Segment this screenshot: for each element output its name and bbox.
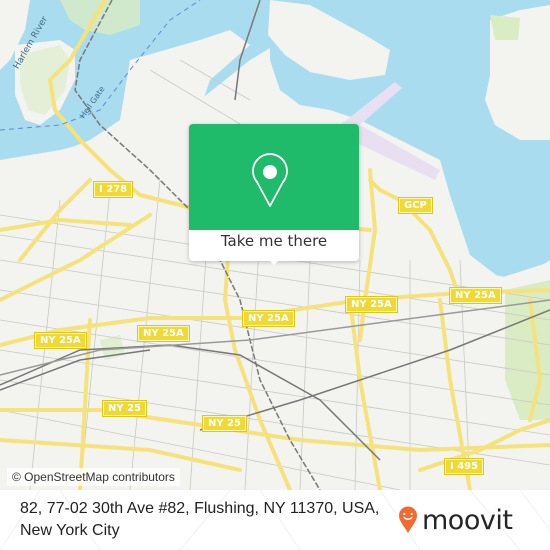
moovit-wordmark: moovit: [422, 504, 513, 536]
map-attribution[interactable]: © OpenStreetMap contributors: [7, 468, 180, 486]
road-shield-ny25-1: NY 25: [101, 400, 148, 417]
road-shield-i278: I 278: [92, 181, 134, 198]
road-shield-gcp: GCP: [398, 197, 433, 214]
address-text: 82, 77-02 30th Ave #82, Flushing, NY 113…: [20, 500, 380, 539]
map[interactable]: Harlem River Hell Gate I 278 GCP NY 25A …: [0, 0, 550, 490]
map-pin-icon: [252, 153, 288, 207]
moovit-pin-smile-icon: [399, 506, 417, 533]
take-me-there-button[interactable]: Take me there: [189, 232, 359, 250]
take-me-there-popup[interactable]: Take me there: [189, 124, 359, 265]
moovit-logo[interactable]: moovit: [398, 500, 513, 540]
road-shield-ny25a-2: NY 25A: [137, 325, 190, 342]
popup-pointer: [266, 257, 282, 265]
road-shield-i495: I 495: [443, 458, 485, 475]
road-shield-ny25a-4: NY 25A: [345, 296, 398, 313]
road-shield-ny25a-1: NY 25A: [34, 332, 87, 349]
park-east: [490, 15, 520, 40]
footer: 82, 77-02 30th Ave #82, Flushing, NY 113…: [0, 490, 550, 550]
popup-header: [189, 124, 359, 230]
road-shield-ny25a-3: NY 25A: [242, 310, 295, 327]
road-shield-ny25-2: NY 25: [201, 415, 248, 432]
road-shield-ny25a-5: NY 25A: [449, 287, 502, 304]
